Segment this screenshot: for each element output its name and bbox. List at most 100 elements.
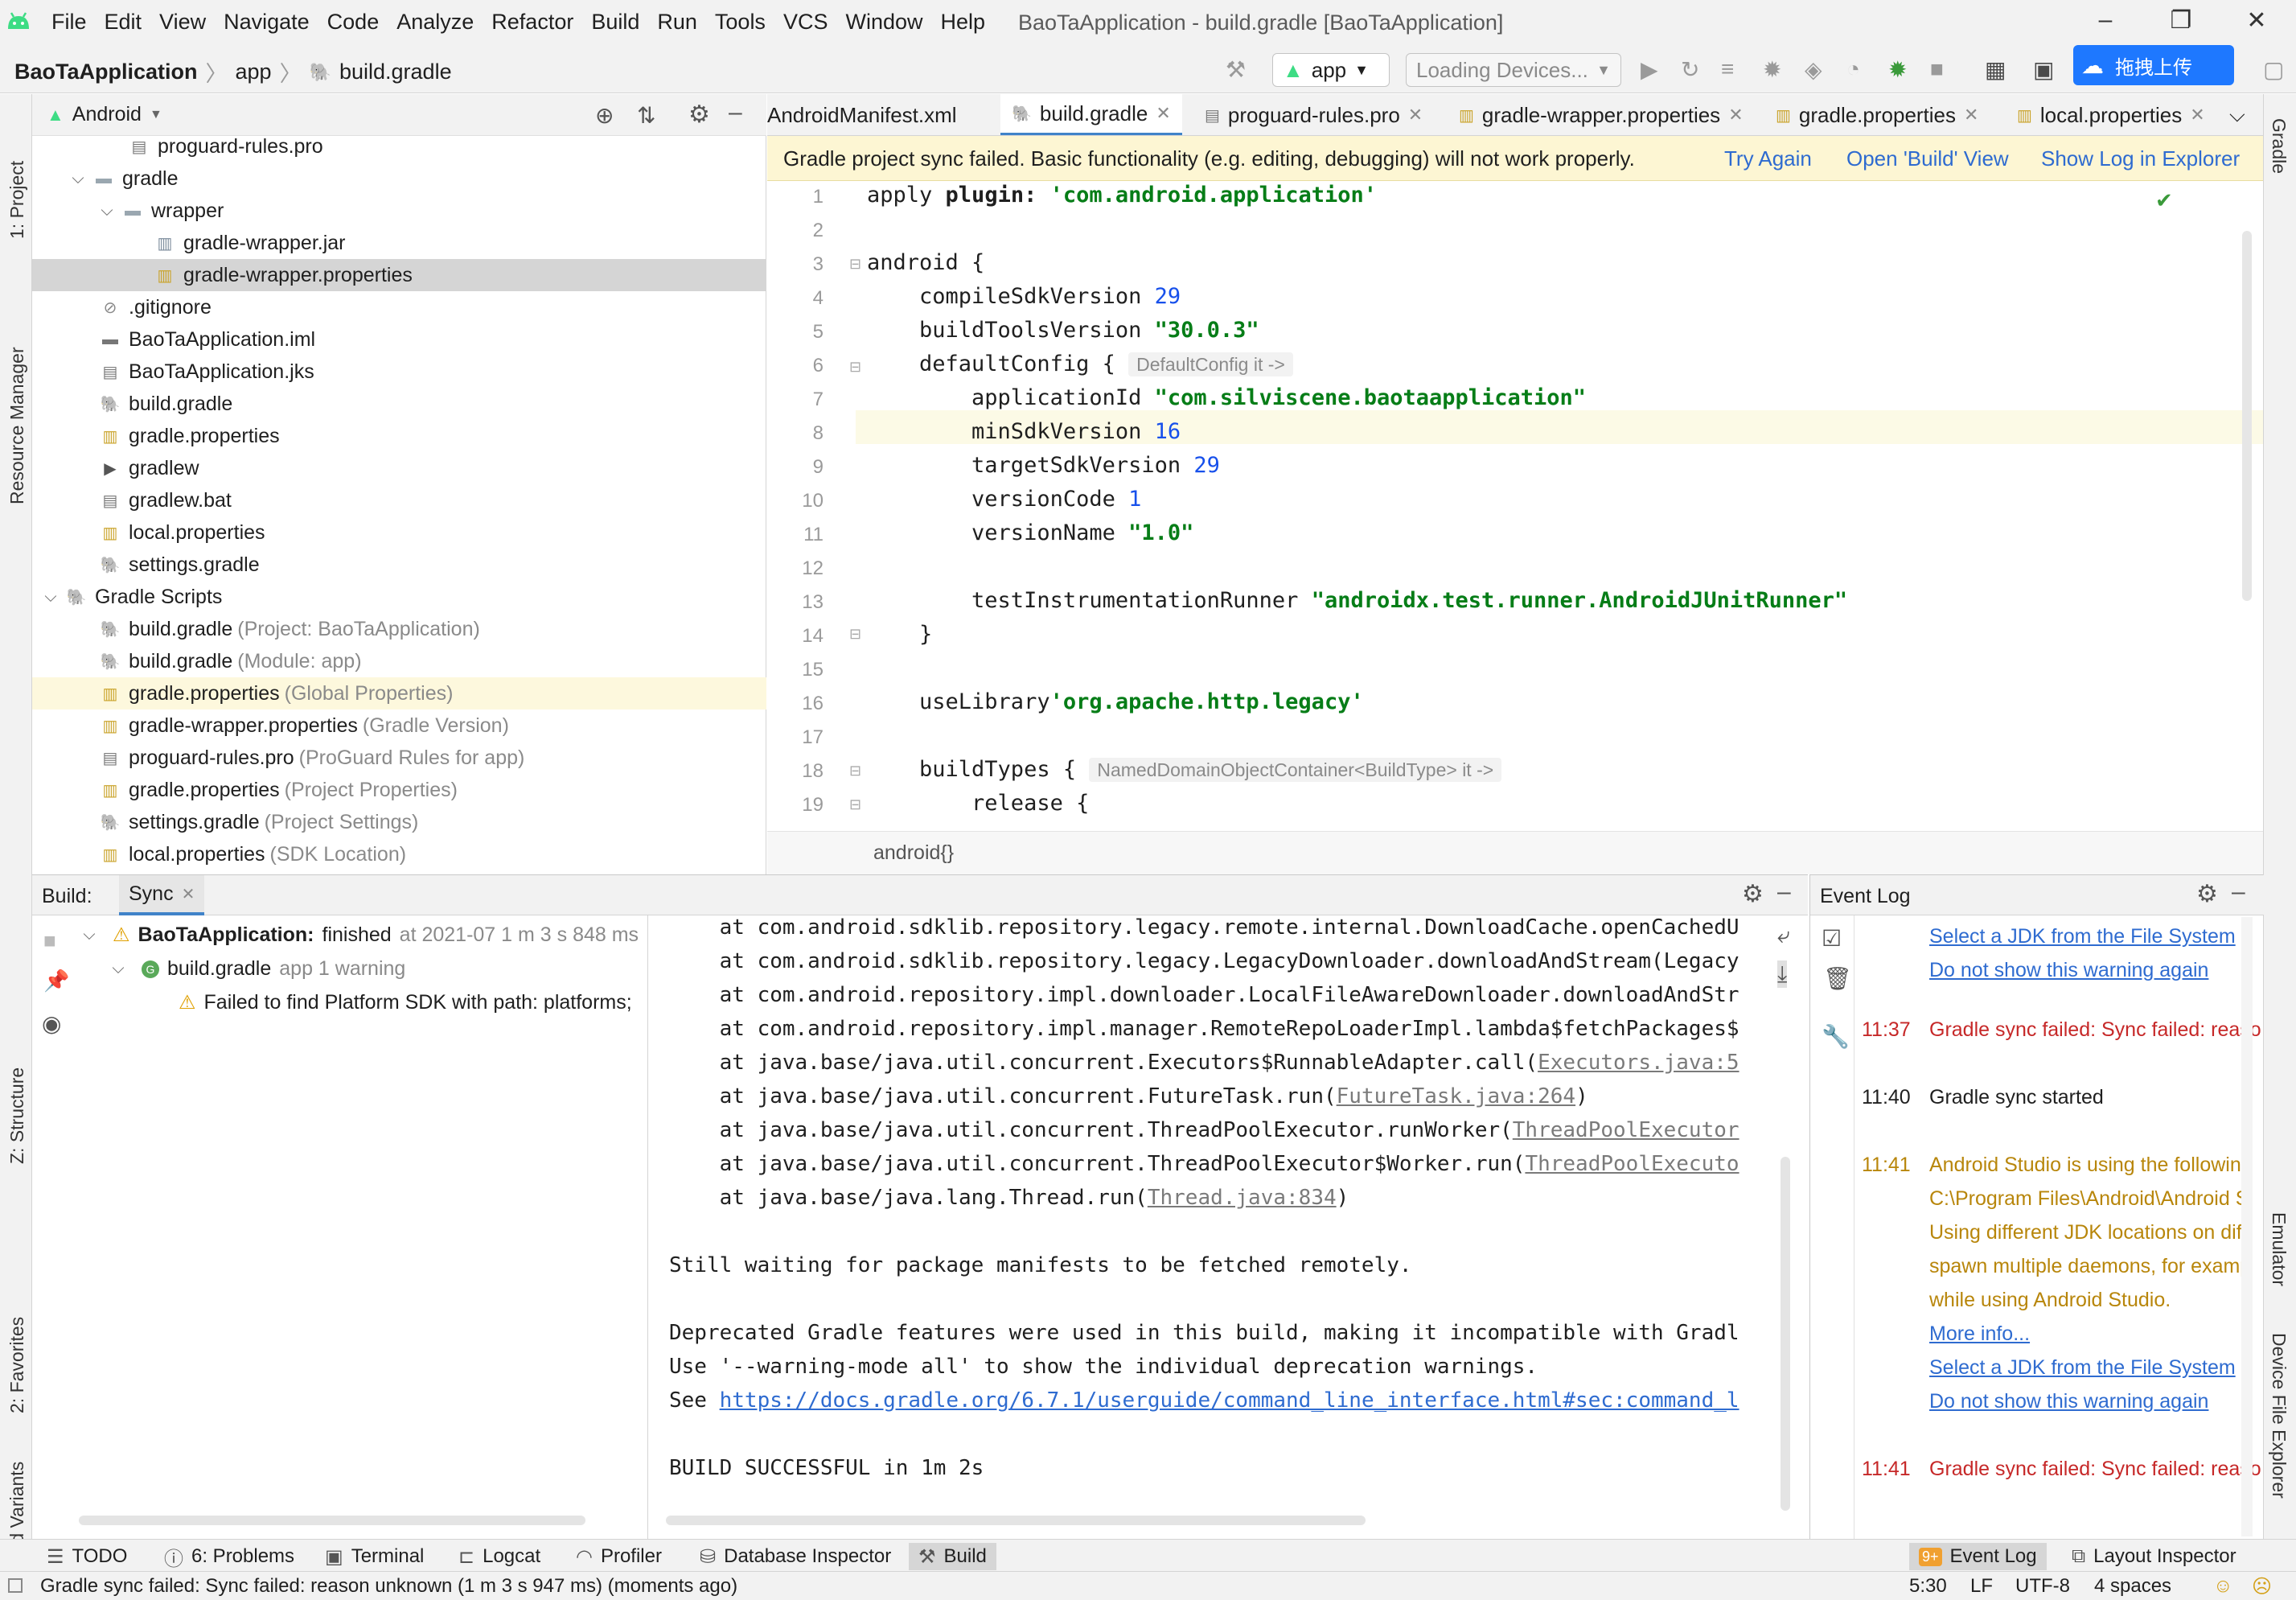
- code-line[interactable]: android {: [867, 250, 984, 284]
- stop-icon[interactable]: ■: [1930, 56, 1944, 82]
- restore-button[interactable]: ❐: [2165, 6, 2197, 39]
- tab-build-gradle[interactable]: 🐘 build.gradle ✕: [1000, 94, 1182, 135]
- tree-item[interactable]: ⌵ ▬ gradle: [32, 162, 766, 195]
- status-message[interactable]: Gradle sync failed: Sync failed: reason …: [40, 1575, 737, 1598]
- fold-icon[interactable]: ⊟: [849, 796, 861, 813]
- stop-icon[interactable]: ■: [43, 928, 56, 953]
- tree-item[interactable]: ▥ gradle.properties: [32, 420, 766, 452]
- smiley-icon[interactable]: ☺: [2213, 1575, 2233, 1598]
- code-line[interactable]: minSdkVersion 16: [867, 419, 1181, 453]
- indent-setting[interactable]: 4 spaces: [2094, 1575, 2171, 1598]
- emulator-tool-button[interactable]: Emulator: [2268, 1212, 2290, 1286]
- event-log-tab[interactable]: 9+ Event Log: [1909, 1543, 2047, 1570]
- close-tab-icon[interactable]: ✕: [1156, 103, 1170, 124]
- tree-item[interactable]: ▤ proguard-rules.pro: [32, 130, 766, 162]
- code-breadcrumb[interactable]: android{}: [873, 841, 954, 865]
- logcat-tab[interactable]: ⊏ Logcat: [458, 1543, 540, 1570]
- code-line[interactable]: applicationId "com.silviscene.baotaappli…: [867, 385, 1586, 419]
- vertical-scrollbar[interactable]: [1781, 1157, 1790, 1511]
- attach-debugger-icon[interactable]: ✹: [1888, 56, 1907, 83]
- code-line[interactable]: defaultConfig { DefaultConfig it ->: [867, 352, 1293, 385]
- code-line[interactable]: buildToolsVersion "30.0.3": [867, 318, 1259, 352]
- apply-changes-icon[interactable]: ↻: [1681, 56, 1699, 83]
- tree-item[interactable]: ▥ local.properties: [32, 516, 766, 549]
- menu-build[interactable]: Build: [591, 10, 639, 35]
- run-config-select[interactable]: ▲ app ▼: [1272, 53, 1390, 87]
- eye-icon[interactable]: ◉: [42, 1010, 61, 1037]
- tab-local-properties[interactable]: ▥ local.properties ✕: [2006, 94, 2216, 135]
- tree-item-selected[interactable]: ▥ gradle-wrapper.properties: [32, 259, 766, 291]
- code-line[interactable]: apply plugin: 'com.android.application': [867, 183, 1377, 216]
- code-line[interactable]: versionCode 1: [867, 487, 1141, 520]
- terminal-tab[interactable]: ▣ Terminal: [325, 1543, 424, 1570]
- profiler-tab[interactable]: ◠ Profiler: [576, 1543, 662, 1570]
- tree-item[interactable]: ▥ local.properties (SDK Location): [32, 838, 766, 870]
- tree-item[interactable]: ▥ gradle.properties (Global Properties): [32, 677, 766, 710]
- event-log-scrollbar[interactable]: [2241, 917, 2253, 1536]
- todo-tab[interactable]: ☰ TODO: [47, 1543, 127, 1570]
- close-tab-icon[interactable]: ✕: [182, 884, 195, 904]
- code-line[interactable]: testInstrumentationRunner "androidx.test…: [867, 588, 1847, 622]
- tree-item[interactable]: ▶ gradlew: [32, 452, 766, 484]
- tree-item[interactable]: ▤ BaoTaApplication.jks: [32, 356, 766, 388]
- avd-manager-icon[interactable]: ▢: [2263, 56, 2284, 83]
- tree-item[interactable]: ▤ gradlew.bat: [32, 484, 766, 516]
- line-separator[interactable]: LF: [1970, 1575, 1993, 1598]
- event-link[interactable]: Do not show this warning again: [1929, 959, 2208, 982]
- code-line[interactable]: compileSdkVersion 29: [867, 284, 1181, 318]
- run-icon[interactable]: ▶: [1641, 56, 1658, 83]
- menu-tools[interactable]: Tools: [715, 10, 766, 35]
- tree-item[interactable]: ⌵ 🐘 Gradle Scripts: [32, 581, 766, 613]
- database-inspector-tab[interactable]: ⛁ Database Inspector: [700, 1543, 891, 1570]
- show-log-link[interactable]: Show Log in Explorer: [2041, 146, 2240, 171]
- collapse-all-icon[interactable]: ⇅: [637, 102, 655, 129]
- tree-item[interactable]: ▥ gradle.properties (Project Properties): [32, 774, 766, 806]
- close-tab-icon[interactable]: ✕: [1728, 105, 1743, 125]
- crumb-project[interactable]: BaoTaApplication: [14, 60, 198, 84]
- gear-icon[interactable]: ⚙: [2196, 880, 2218, 908]
- toggle-tool-windows-icon[interactable]: [8, 1578, 23, 1593]
- horizontal-scrollbar[interactable]: [666, 1516, 1366, 1525]
- menu-navigate[interactable]: Navigate: [224, 10, 310, 35]
- menu-help[interactable]: Help: [941, 10, 986, 35]
- tab-android-manifest[interactable]: AndroidManifest.xml: [767, 94, 971, 135]
- tree-item[interactable]: 🐘 build.gradle (Project: BaoTaApplicatio…: [32, 613, 766, 645]
- event-link[interactable]: Select a JDK from the File System: [1929, 1356, 2236, 1380]
- tree-item[interactable]: ▥ gradle-wrapper.jar: [32, 227, 766, 259]
- tree-item[interactable]: 🐘 build.gradle (Module: app): [32, 645, 766, 677]
- menu-edit[interactable]: Edit: [105, 10, 142, 35]
- sdk-manager-icon[interactable]: ▣: [2033, 56, 2054, 83]
- menu-window[interactable]: Window: [845, 10, 922, 35]
- hammer-icon[interactable]: ⚒: [1226, 56, 1246, 83]
- menu-code[interactable]: Code: [327, 10, 380, 35]
- tree-item[interactable]: 🐘 settings.gradle (Project Settings): [32, 806, 766, 838]
- tree-item[interactable]: ▤ proguard-rules.pro (ProGuard Rules for…: [32, 742, 766, 774]
- build-tab[interactable]: ⚒ Build: [909, 1543, 996, 1570]
- tree-item[interactable]: ⌵ ▬ wrapper: [32, 195, 766, 227]
- editor-scrollbar[interactable]: [2242, 231, 2252, 601]
- crumb-file[interactable]: build.gradle: [339, 60, 452, 84]
- crumb-module[interactable]: app: [236, 60, 272, 84]
- fold-icon[interactable]: ⊟: [849, 763, 861, 779]
- close-tab-icon[interactable]: ✕: [1964, 105, 1978, 125]
- source-link[interactable]: Thread.java:834: [1148, 1186, 1337, 1210]
- gradle-tool-button[interactable]: Gradle: [2268, 118, 2290, 174]
- tab-sync[interactable]: Sync ✕: [119, 875, 205, 915]
- tab-proguard-rules[interactable]: ▤ proguard-rules.pro ✕: [1193, 94, 1434, 135]
- soft-wrap-icon[interactable]: ⤶: [1777, 922, 1790, 949]
- apply-code-changes-icon[interactable]: ≡: [1721, 56, 1734, 82]
- tree-item[interactable]: ▬ BaoTaApplication.iml: [32, 323, 766, 356]
- menu-analyze[interactable]: Analyze: [396, 10, 474, 35]
- build-tree-child[interactable]: ⌵ G build.gradle app 1 warning: [108, 957, 405, 981]
- hide-icon[interactable]: –: [729, 99, 742, 126]
- code-line[interactable]: versionName "1.0": [867, 520, 1193, 554]
- tabs-overflow-icon[interactable]: ⌵: [2229, 94, 2245, 135]
- menu-view[interactable]: View: [159, 10, 206, 35]
- open-build-view-link[interactable]: Open 'Build' View: [1846, 146, 2009, 171]
- menu-refactor[interactable]: Refactor: [491, 10, 573, 35]
- code-line[interactable]: useLibrary'org.apache.http.legacy': [867, 689, 1364, 723]
- tab-gradle-properties[interactable]: ▥ gradle.properties ✕: [1764, 94, 1990, 135]
- gear-icon[interactable]: ⚙: [688, 101, 710, 129]
- layout-inspector-tab[interactable]: ⧉ Layout Inspector: [2072, 1543, 2236, 1570]
- event-link[interactable]: Do not show this warning again: [1929, 1390, 2208, 1413]
